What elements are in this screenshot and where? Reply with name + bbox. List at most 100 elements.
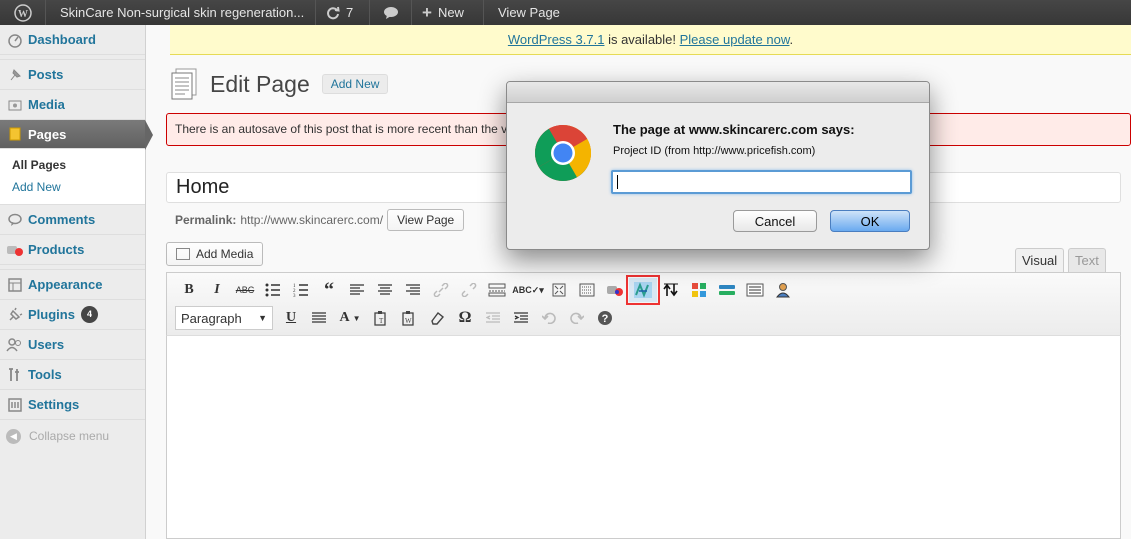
sidebar-item-comments[interactable]: Comments: [0, 205, 145, 235]
sidebar-item-users[interactable]: Users: [0, 330, 145, 360]
text-caret: [617, 175, 618, 189]
strikethrough-icon[interactable]: ABC: [231, 278, 259, 302]
align-right-icon[interactable]: [399, 278, 427, 302]
add-new-page-button[interactable]: Add New: [321, 74, 389, 94]
editor-content-area[interactable]: [166, 336, 1121, 539]
editor-toolbar: B I ABC 123 “ ABC✓▾ Paragraph ▼ U A ▼ T W…: [166, 272, 1121, 336]
paste-word-icon[interactable]: W: [395, 306, 423, 330]
paragraph-format-select[interactable]: Paragraph ▼: [175, 306, 273, 330]
comment-icon: [6, 211, 24, 229]
justify-icon[interactable]: [305, 306, 333, 330]
svg-text:W: W: [405, 317, 412, 325]
sidebar-item-posts[interactable]: Posts: [0, 60, 145, 90]
new-content-link[interactable]: + New: [412, 0, 484, 25]
italic-icon[interactable]: I: [203, 278, 231, 302]
indent-icon[interactable]: [507, 306, 535, 330]
permalink-url[interactable]: http://www.skincarerc.com/: [240, 213, 383, 227]
svg-text:W: W: [18, 9, 28, 20]
update-now-link[interactable]: Please update now: [680, 32, 790, 47]
comments-link[interactable]: [370, 0, 412, 25]
undo-icon[interactable]: [535, 306, 563, 330]
sidebar-item-plugins[interactable]: Plugins 4: [0, 300, 145, 330]
spellcheck-icon[interactable]: ABC✓▾: [511, 278, 545, 302]
sidebar-item-label: Settings: [28, 397, 80, 412]
pin-icon: [6, 66, 24, 84]
help-icon[interactable]: ?: [591, 306, 619, 330]
page-title: Edit Page: [210, 70, 310, 97]
notice-end: .: [789, 32, 794, 47]
read-more-icon[interactable]: [483, 278, 511, 302]
sidebar-item-label: Tools: [28, 367, 62, 382]
color-grid-icon[interactable]: [685, 278, 713, 302]
paste-text-icon[interactable]: T: [367, 306, 395, 330]
text-color-icon[interactable]: A ▼: [333, 306, 367, 330]
list-box-icon[interactable]: [741, 278, 769, 302]
wordpress-logo-icon[interactable]: W: [0, 0, 46, 25]
insert-arrows-icon[interactable]: [657, 278, 685, 302]
notice-text: is available!: [604, 32, 680, 47]
dropdown-arrow-icon: ▼: [258, 313, 267, 323]
omega-icon[interactable]: Ω: [451, 306, 479, 330]
eraser-icon[interactable]: [423, 306, 451, 330]
sidebar-item-appearance[interactable]: Appearance: [0, 270, 145, 300]
tab-text[interactable]: Text: [1068, 248, 1106, 273]
align-center-icon[interactable]: [371, 278, 399, 302]
users-icon: [6, 336, 24, 354]
project-id-input[interactable]: [611, 170, 912, 194]
products-insert-icon[interactable]: [601, 278, 629, 302]
admin-sidebar: Dashboard Posts Media Pages All Pages Ad…: [0, 25, 153, 539]
view-page-button[interactable]: View Page: [387, 209, 465, 231]
align-left-icon[interactable]: [343, 278, 371, 302]
updates-link[interactable]: 7: [316, 0, 370, 25]
bars-icon[interactable]: [713, 278, 741, 302]
sidebar-item-products[interactable]: Products: [0, 235, 145, 265]
sidebar-item-label: Plugins: [28, 307, 75, 322]
link-icon[interactable]: [427, 278, 455, 302]
sidebar-item-label: Appearance: [28, 277, 103, 292]
bullet-list-icon[interactable]: [259, 278, 287, 302]
submenu-all-pages[interactable]: All Pages: [12, 154, 145, 176]
redo-icon[interactable]: [563, 306, 591, 330]
ok-button[interactable]: OK: [830, 210, 910, 232]
kitchen-sink-icon[interactable]: [573, 278, 601, 302]
site-name-link[interactable]: SkinCare Non-surgical skin regeneration.…: [46, 0, 316, 25]
sidebar-item-settings[interactable]: Settings: [0, 390, 145, 420]
person-icon[interactable]: [769, 278, 797, 302]
sidebar-item-media[interactable]: Media: [0, 90, 145, 120]
blockquote-icon[interactable]: “: [315, 278, 343, 302]
pricefish-icon[interactable]: [626, 275, 660, 305]
sidebar-item-tools[interactable]: Tools: [0, 360, 145, 390]
add-media-label: Add Media: [196, 247, 254, 261]
format-select-value: Paragraph: [181, 310, 242, 326]
page-header: Edit Page Add New: [170, 68, 389, 100]
submenu-add-new[interactable]: Add New: [12, 176, 145, 198]
view-page-label: View Page: [498, 5, 560, 20]
sidebar-item-dashboard[interactable]: Dashboard: [0, 25, 145, 55]
dialog-titlebar[interactable]: [507, 82, 929, 103]
bold-icon[interactable]: B: [175, 278, 203, 302]
add-media-button[interactable]: Add Media: [166, 242, 264, 266]
collapse-menu-button[interactable]: ◀ Collapse menu: [0, 420, 145, 452]
svg-text:3: 3: [293, 294, 296, 297]
collapse-arrow-icon: ◀: [6, 428, 21, 444]
view-page-link[interactable]: View Page: [484, 0, 570, 25]
permalink-label: Permalink:: [175, 213, 237, 227]
pages-submenu: All Pages Add New: [0, 149, 145, 205]
tab-visual[interactable]: Visual: [1015, 248, 1065, 273]
dashboard-icon: [6, 31, 24, 49]
svg-text:?: ?: [602, 313, 609, 325]
media-icon: [6, 96, 24, 114]
outdent-icon[interactable]: [479, 306, 507, 330]
numbered-list-icon[interactable]: 123: [287, 278, 315, 302]
update-notice: WordPress 3.7.1 is available! Please upd…: [170, 25, 1131, 55]
plugins-update-badge: 4: [80, 306, 98, 323]
sidebar-item-pages[interactable]: Pages: [0, 120, 153, 150]
unlink-icon[interactable]: [455, 278, 483, 302]
underline-icon[interactable]: U: [277, 306, 305, 330]
fullscreen-icon[interactable]: [545, 278, 573, 302]
toolbar-row-2: Paragraph ▼ U A ▼ T W Ω ?: [175, 306, 619, 330]
cancel-button[interactable]: Cancel: [733, 210, 817, 232]
settings-icon: [6, 396, 24, 414]
chrome-logo-icon: [534, 124, 592, 182]
wordpress-version-link[interactable]: WordPress 3.7.1: [508, 32, 605, 47]
